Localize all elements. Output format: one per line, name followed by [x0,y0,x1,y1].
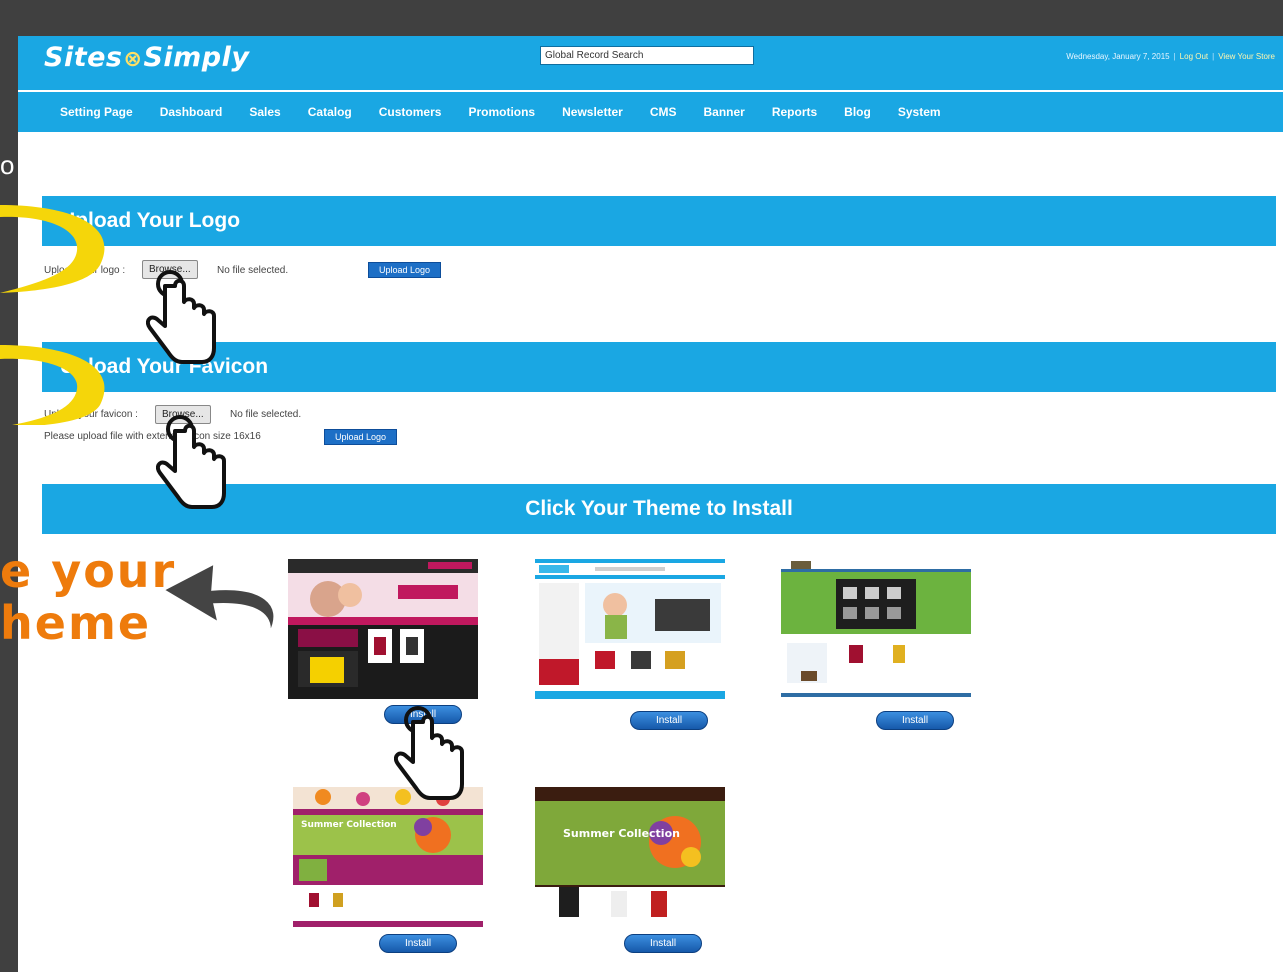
hand-pointer-icon [146,270,216,364]
install-theme-3-button[interactable]: Install [876,711,954,730]
nav-setting-page[interactable]: Setting Page [60,105,133,119]
nav-promotions[interactable]: Promotions [468,105,535,119]
nav-cms[interactable]: CMS [650,105,677,119]
view-store-link[interactable]: View Your Store [1218,52,1275,61]
main-nav: Setting Page Dashboard Sales Catalog Cus… [18,92,1283,132]
install-theme-2-button[interactable]: Install [630,711,708,730]
nav-newsletter[interactable]: Newsletter [562,105,623,119]
theme-thumbnail-4[interactable]: Summer Collection [293,787,483,927]
nav-blog[interactable]: Blog [844,105,871,119]
logo-text-sites: Sites [44,42,123,73]
theme-thumbnail-3[interactable] [781,559,971,699]
theme-thumbnail-2[interactable] [535,559,725,699]
favicon-file-status: No file selected. [230,409,302,420]
curved-arrow-icon [162,562,275,633]
theme-4-banner-text: Summer Collection [301,820,397,830]
upload-logo-header: Upload Your Logo [42,196,1276,246]
nav-sales[interactable]: Sales [249,105,280,119]
sitessimply-logo[interactable]: Sites⊗Simply [44,42,249,73]
install-theme-5-button[interactable]: Install [624,934,702,953]
upload-favicon-button[interactable]: Upload Logo [324,429,398,445]
nav-reports[interactable]: Reports [772,105,817,119]
header-links: Wednesday, January 7, 2015 | Log Out | View … [1066,52,1275,61]
nav-system[interactable]: System [898,105,941,119]
nav-banner[interactable]: Banner [703,105,744,119]
theme-thumbnail-1[interactable] [288,559,478,699]
cropped-callout-text: o [0,150,15,180]
hand-pointer-icon [156,415,226,509]
nav-customers[interactable]: Customers [379,105,442,119]
logout-link[interactable]: Log Out [1180,52,1208,61]
upload-logo-button[interactable]: Upload Logo [368,262,442,278]
nav-catalog[interactable]: Catalog [308,105,352,119]
install-theme-4-button[interactable]: Install [379,934,457,953]
favicon-size-hint: Please upload file with extension icon s… [44,431,261,442]
global-record-search-input[interactable] [540,46,754,65]
theme-5-banner-text: Summer Collection [563,827,680,840]
hand-pointer-icon [394,706,464,800]
nav-dashboard[interactable]: Dashboard [160,105,223,119]
theme-thumbnail-5[interactable]: Summer Collection [535,787,725,927]
top-header: Sites⊗Simply Wednesday, January 7, 2015|… [18,36,1283,90]
logo-file-status: No file selected. [217,265,289,276]
current-date: Wednesday, January 7, 2015 [1066,52,1170,61]
logo-text-simply: Simply [143,42,250,73]
yellow-highlight-arcs [0,205,105,425]
upload-favicon-header: Upload Your Favicon [42,342,1276,392]
logo-swirl-icon: ⊗ [123,47,143,72]
